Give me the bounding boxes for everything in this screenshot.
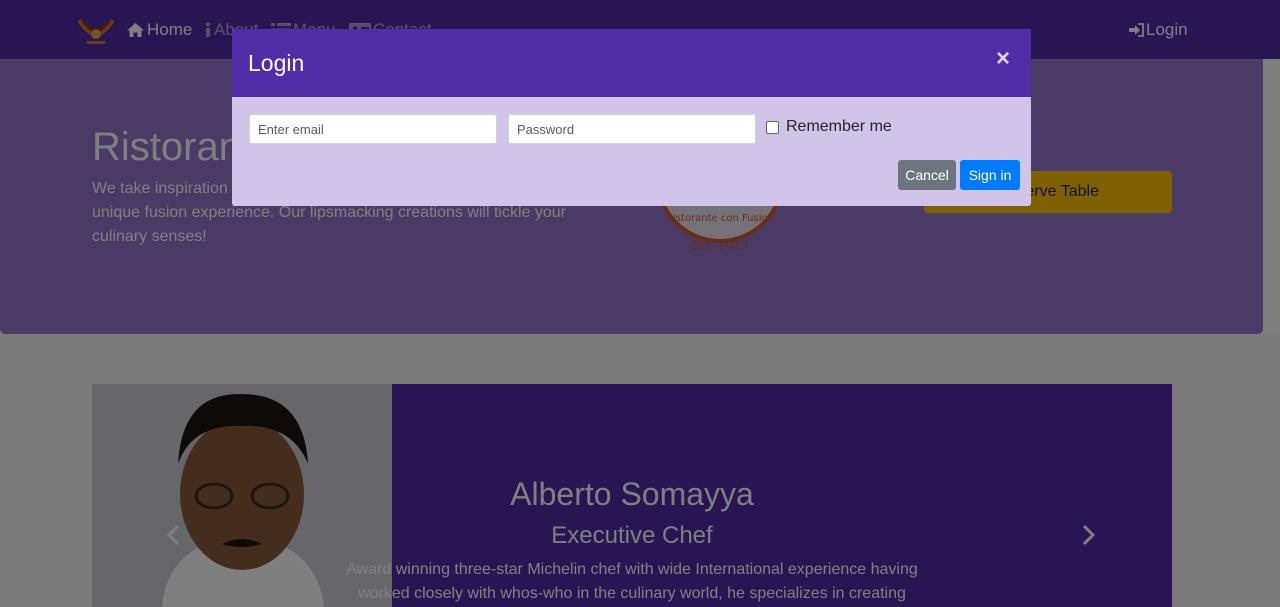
modal-title: Login: [248, 50, 305, 76]
remember-label: Remember me: [786, 118, 892, 135]
modal-header: Login ×: [232, 29, 1031, 97]
email-field[interactable]: [249, 114, 497, 144]
cancel-label: Cancel: [905, 167, 949, 183]
password-field[interactable]: [508, 114, 756, 144]
close-icon[interactable]: ×: [996, 47, 1010, 71]
cancel-button[interactable]: Cancel: [898, 160, 956, 190]
sign-in-button[interactable]: Sign in: [960, 160, 1020, 190]
remember-me[interactable]: Remember me: [766, 118, 892, 136]
sign-in-label: Sign in: [968, 167, 1012, 183]
login-modal: Login × Remember me Cancel Sign in: [232, 29, 1031, 206]
remember-checkbox[interactable]: [766, 120, 779, 134]
